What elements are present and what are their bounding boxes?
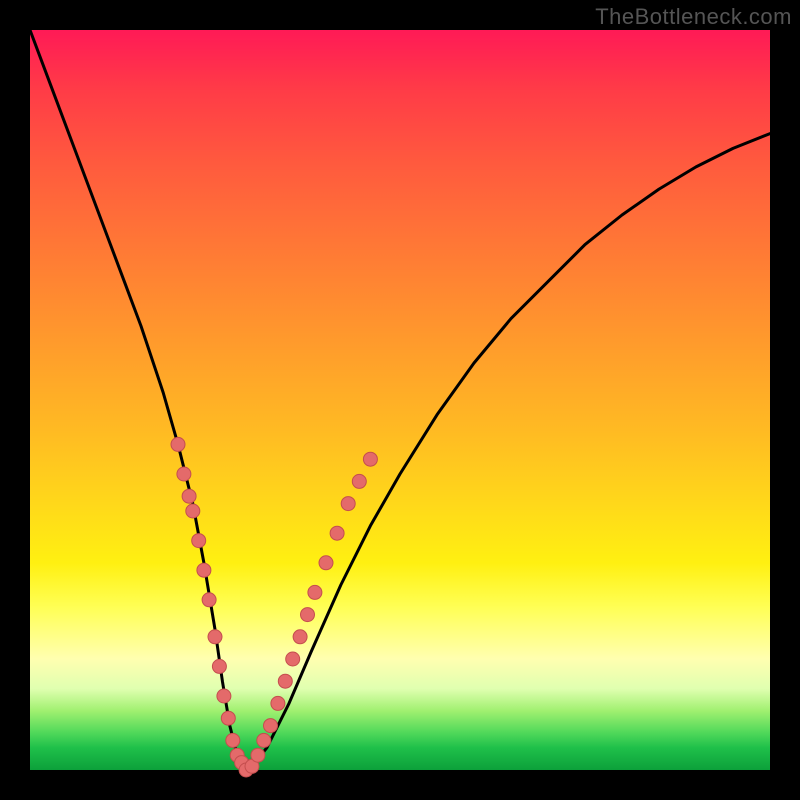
- curve-marker: [192, 534, 206, 548]
- curve-marker: [319, 556, 333, 570]
- curve-marker: [221, 711, 235, 725]
- curve-marker: [251, 748, 265, 762]
- curve-marker: [308, 585, 322, 599]
- curve-marker: [226, 733, 240, 747]
- curve-marker: [363, 452, 377, 466]
- curve-marker: [293, 630, 307, 644]
- curve-marker: [278, 674, 292, 688]
- curve-marker: [171, 437, 185, 451]
- curve-marker: [286, 652, 300, 666]
- plot-area: [30, 30, 770, 770]
- chart-frame: TheBottleneck.com: [0, 0, 800, 800]
- curve-marker: [177, 467, 191, 481]
- bottleneck-curve: [30, 30, 770, 770]
- watermark-text: TheBottleneck.com: [595, 4, 792, 30]
- curve-marker: [257, 733, 271, 747]
- curve-marker: [217, 689, 231, 703]
- curve-marker: [264, 719, 278, 733]
- curve-marker: [197, 563, 211, 577]
- curve-marker: [352, 474, 366, 488]
- curve-marker: [208, 630, 222, 644]
- curve-marker: [186, 504, 200, 518]
- curve-marker: [212, 659, 226, 673]
- curve-marker: [301, 608, 315, 622]
- curve-marker: [271, 696, 285, 710]
- curve-marker: [330, 526, 344, 540]
- curve-layer: [30, 30, 770, 770]
- curve-marker: [182, 489, 196, 503]
- curve-marker: [341, 497, 355, 511]
- curve-marker: [202, 593, 216, 607]
- curve-markers: [171, 437, 377, 777]
- bottleneck-curve-path: [30, 30, 770, 770]
